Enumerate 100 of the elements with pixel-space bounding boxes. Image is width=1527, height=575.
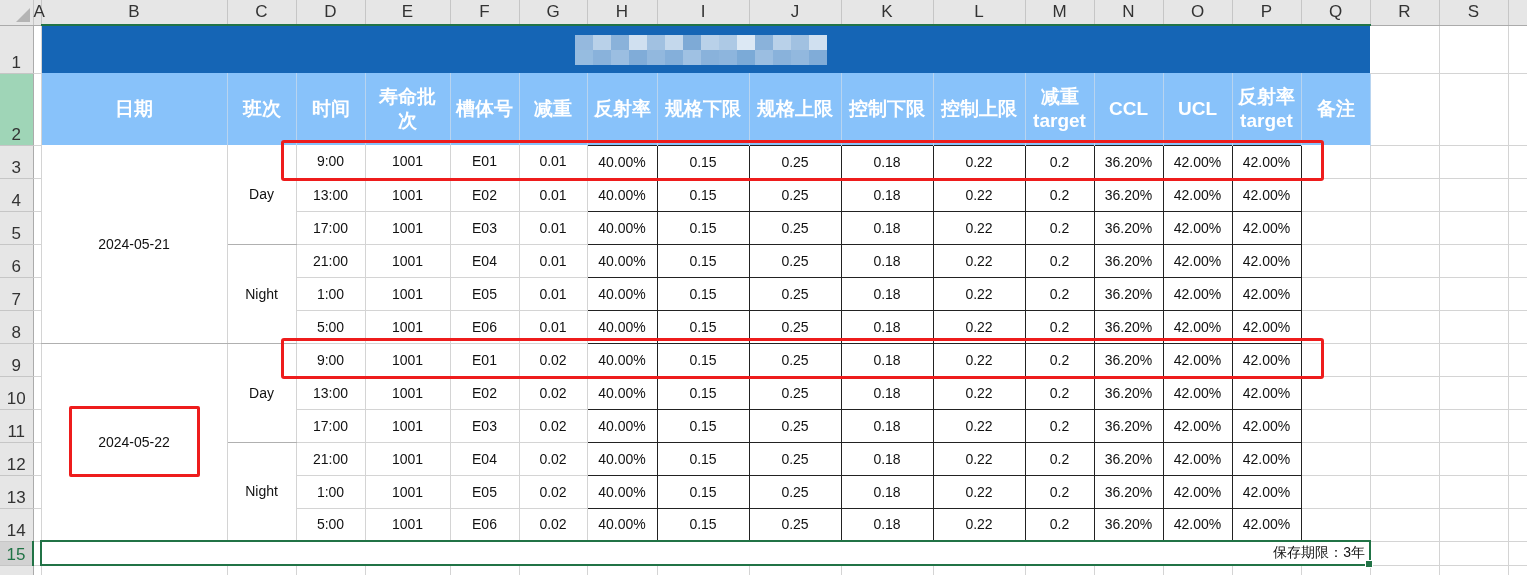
table-cell: 0.25 <box>781 417 809 434</box>
column-header[interactable]: S <box>1467 2 1480 22</box>
table-cell: 0.25 <box>781 219 809 236</box>
table-cell: 42.00% <box>1242 351 1291 368</box>
table-cell: E01 <box>472 153 497 170</box>
row-number[interactable]: 2 <box>11 124 21 144</box>
table-cell: 0.15 <box>689 285 717 302</box>
table-cell: 0.25 <box>781 483 809 500</box>
table-cell: 0.01 <box>539 219 567 236</box>
column-header[interactable]: C <box>255 2 268 21</box>
table-cell: 42.00% <box>1173 285 1222 302</box>
table-cell: 0.2 <box>1049 417 1070 434</box>
column-header[interactable]: E <box>401 2 414 21</box>
column-header[interactable]: A <box>33 2 45 22</box>
column-heading: 规格下限 <box>665 97 741 119</box>
column-header[interactable]: I <box>700 2 706 21</box>
column-header[interactable]: R <box>1398 2 1411 22</box>
table-cell: 13:00 <box>312 384 348 401</box>
table-cell: 1001 <box>391 351 424 368</box>
table-cell: 42.00% <box>1173 450 1222 467</box>
table-cell: 42.00% <box>1242 516 1291 533</box>
table-cell: 40.00% <box>598 450 646 467</box>
table-cell: 0.18 <box>873 153 901 170</box>
table-cell: 0.25 <box>781 450 809 467</box>
row-number[interactable]: 5 <box>11 223 21 243</box>
table-cell: 21:00 <box>312 252 348 269</box>
table-cell: 0.2 <box>1049 450 1070 467</box>
row-number[interactable]: 8 <box>11 322 21 342</box>
column-header[interactable]: F <box>479 2 490 21</box>
table-cell: 0.2 <box>1049 153 1070 170</box>
table-cell: 0.22 <box>965 516 993 533</box>
row-number[interactable]: 9 <box>11 355 21 375</box>
table-cell: E02 <box>472 384 497 401</box>
table-cell: 0.15 <box>689 417 717 434</box>
column-heading: 减重 target <box>1033 85 1086 131</box>
table-cell: 0.22 <box>965 153 993 170</box>
row-number[interactable]: 1 <box>11 52 21 72</box>
column-header[interactable]: M <box>1052 2 1067 21</box>
table-cell: 0.15 <box>689 384 717 401</box>
table-cell: 0.25 <box>781 516 809 533</box>
table-cell: 0.25 <box>781 285 809 302</box>
table-cell: 0.22 <box>965 186 993 203</box>
table-cell: 36.20% <box>1104 318 1153 335</box>
row-number[interactable]: 3 <box>11 157 21 177</box>
column-header[interactable]: Q <box>1328 2 1343 21</box>
column-heading: 控制下限 <box>849 97 925 119</box>
table-cell: 42.00% <box>1173 417 1222 434</box>
table-cell: 0.18 <box>873 483 901 500</box>
table-cell: 0.22 <box>965 450 993 467</box>
table-cell: 0.2 <box>1049 483 1070 500</box>
table-cell: 1:00 <box>316 483 345 500</box>
table-cell: 0.18 <box>873 318 901 335</box>
column-header[interactable]: G <box>546 2 560 21</box>
table-cell: 1001 <box>391 318 424 335</box>
column-header[interactable]: O <box>1190 2 1205 21</box>
selected-cell[interactable]: 保存期限：3年 <box>41 541 1370 565</box>
column-header[interactable]: J <box>790 2 800 21</box>
table-cell: 42.00% <box>1173 252 1222 269</box>
table-cell: 0.2 <box>1049 219 1070 236</box>
column-header[interactable]: D <box>324 2 337 21</box>
table-cell: 42.00% <box>1242 153 1291 170</box>
table-cell: 0.2 <box>1049 516 1070 533</box>
table-cell: 1001 <box>391 186 424 203</box>
column-header[interactable]: K <box>881 2 893 21</box>
fill-handle[interactable] <box>1365 560 1373 568</box>
table-cell: 1001 <box>391 450 424 467</box>
table-cell: 36.20% <box>1104 285 1153 302</box>
row-number[interactable]: 6 <box>11 256 21 276</box>
row-number[interactable]: 4 <box>11 190 21 210</box>
table-cell: 0.15 <box>689 351 717 368</box>
column-header[interactable]: N <box>1122 2 1135 21</box>
column-heading: 日期 <box>115 98 153 119</box>
table-cell: 0.02 <box>539 450 567 467</box>
table-cell: 0.2 <box>1049 285 1070 302</box>
table-cell: 42.00% <box>1173 219 1222 236</box>
table-cell: 0.15 <box>689 219 717 236</box>
table-cell: 40.00% <box>598 483 646 500</box>
row-number[interactable]: 7 <box>11 289 21 309</box>
column-heading: CCL <box>1108 97 1149 119</box>
table-cell: 17:00 <box>312 417 348 434</box>
table-cell: 42.00% <box>1173 153 1222 170</box>
table-cell: E06 <box>472 318 497 335</box>
column-heading: 时间 <box>311 98 350 119</box>
table-cell: E02 <box>472 186 497 203</box>
column-heading: 控制上限 <box>941 97 1017 119</box>
column-header[interactable]: H <box>615 2 629 21</box>
table-cell: 0.25 <box>781 318 809 335</box>
table-cell: 42.00% <box>1173 186 1222 203</box>
table-cell: 0.18 <box>873 417 901 434</box>
table-cell: E04 <box>472 450 497 467</box>
column-header[interactable]: P <box>1260 2 1273 21</box>
table-cell: 42.00% <box>1242 417 1291 434</box>
column-header[interactable]: B <box>128 2 140 21</box>
table-cell: 0.22 <box>965 318 993 335</box>
table-cell: 0.02 <box>539 516 567 533</box>
table-cell: 2024-05-21 <box>98 235 170 252</box>
table-cell: 0.18 <box>873 186 901 203</box>
table-cell: 42.00% <box>1173 351 1222 368</box>
column-header[interactable]: L <box>974 2 984 21</box>
table-cell: 0.02 <box>539 417 567 434</box>
